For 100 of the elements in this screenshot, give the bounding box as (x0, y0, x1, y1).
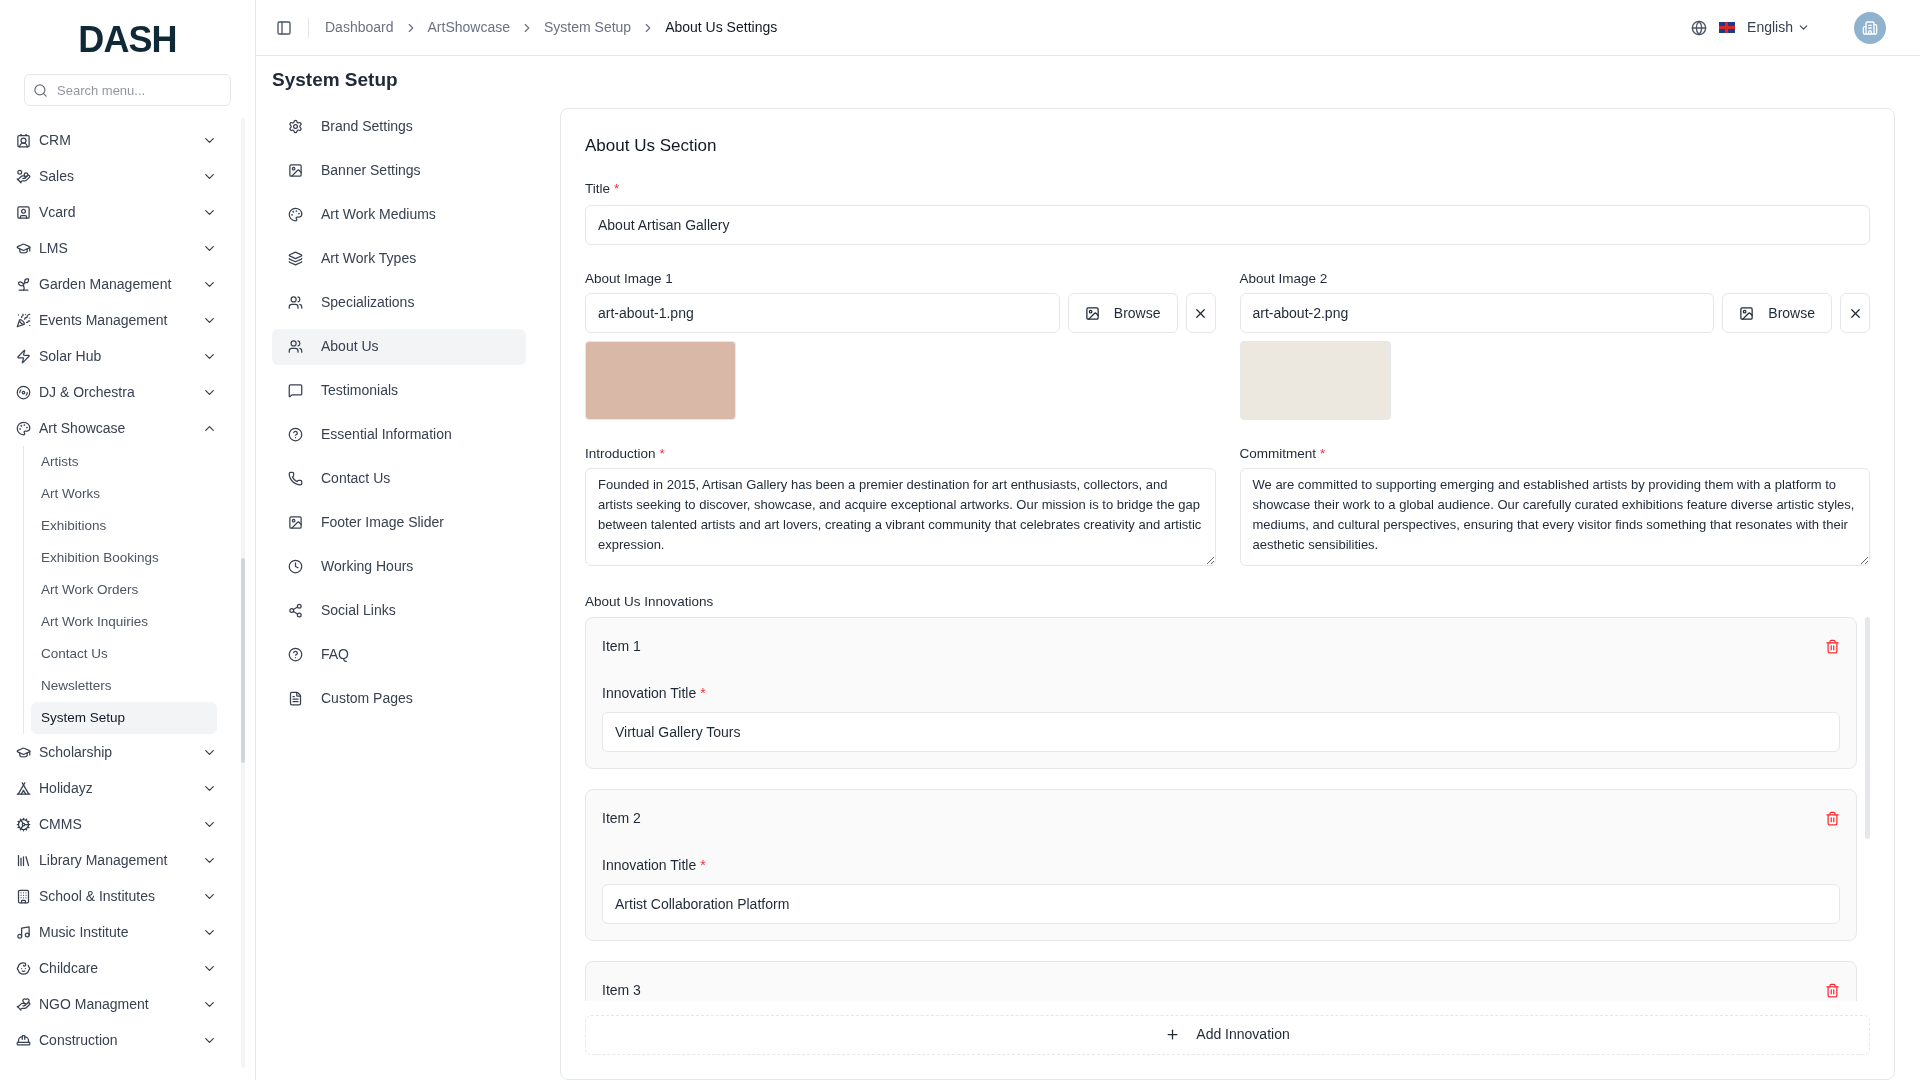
add-innovation-button[interactable]: Add Innovation (585, 1014, 1870, 1055)
sidebar-item[interactable]: Library Management (16, 842, 217, 878)
sidebar-toggle-icon[interactable] (276, 19, 292, 36)
setup-menu-item[interactable]: Footer Image Slider (272, 504, 526, 541)
image-icon (288, 515, 303, 530)
layers-icon (288, 251, 303, 266)
sidebar-item[interactable]: CMMS (16, 806, 217, 842)
submenu-item[interactable]: Exhibition Bookings (31, 542, 217, 574)
clear-button[interactable] (1840, 293, 1870, 333)
breadcrumb-link[interactable]: ArtShowcase (427, 17, 510, 38)
chat-bubble-icon (288, 383, 303, 398)
setup-menu-item[interactable]: Art Work Types (272, 240, 526, 277)
setup-menu-item[interactable]: FAQ (272, 636, 526, 673)
innovation-title-input[interactable]: Virtual Gallery Tours (602, 711, 1840, 752)
palette-icon (288, 207, 303, 222)
required-mark: * (1320, 446, 1326, 461)
breadcrumb-link[interactable]: System Setup (544, 17, 632, 38)
delete-icon[interactable] (1825, 638, 1840, 654)
delete-icon[interactable] (1825, 982, 1840, 998)
sidebar-item[interactable]: NGO Managment (16, 986, 217, 1022)
setup-menu-item[interactable]: Brand Settings (272, 108, 526, 145)
avatar[interactable] (1854, 11, 1886, 44)
sidebar-item[interactable]: Scholarship (16, 734, 217, 770)
sidebar-item[interactable]: LMS (16, 230, 217, 266)
image-icon (1739, 305, 1755, 321)
setup-menu-item[interactable]: Custom Pages (272, 680, 526, 717)
search-field[interactable]: Search menu... (24, 74, 231, 106)
cog-icon (16, 816, 31, 832)
submenu-item[interactable]: Contact Us (31, 638, 217, 670)
clock-icon (288, 559, 303, 574)
sidebar-item[interactable]: Art Showcase (16, 410, 217, 446)
tent-icon (16, 780, 31, 796)
submenu-item[interactable]: Art Work Inquiries (31, 606, 217, 638)
required-mark: * (700, 684, 706, 701)
setup-menu-item[interactable]: Social Links (272, 592, 526, 629)
hand-heart-icon (16, 996, 31, 1012)
breadcrumb-link[interactable]: About Us Settings (665, 17, 778, 38)
file-name-input[interactable]: art-about-1.png (585, 293, 1060, 333)
setup-menu-item[interactable]: Working Hours (272, 548, 526, 585)
field-label: About Image 1 (585, 269, 674, 288)
party-popper-icon (16, 312, 31, 328)
setup-menu-item[interactable]: Banner Settings (272, 152, 526, 189)
setup-menu-item[interactable]: Contact Us (272, 460, 526, 497)
setup-menu-item[interactable]: About Us (272, 328, 526, 365)
item-title: Item 1 (602, 636, 641, 656)
users-icon (288, 339, 303, 354)
palette-icon (16, 420, 31, 436)
setup-menu-item[interactable]: Art Work Mediums (272, 196, 526, 233)
submenu-item[interactable]: Newsletters (31, 670, 217, 702)
required-mark: * (659, 446, 665, 461)
sidebar-item[interactable]: Vcard (16, 194, 217, 230)
browse-button[interactable]: Browse (1722, 293, 1832, 333)
submenu-item[interactable]: Artists (31, 446, 217, 478)
field-label: About Image 2 (1239, 269, 1329, 288)
field-label: Title * (585, 179, 621, 198)
sidebar-item[interactable]: School & Institutes (16, 878, 217, 914)
file-name-input[interactable]: art-about-2.png (1239, 293, 1715, 333)
sidebar-item[interactable]: Music Institute (16, 914, 217, 950)
text-area[interactable]: We are committed to supporting emerging and established artists by providing them with a platform to showcase their work to a global audience. Our carefully curated exhibitions feature diverse artistic styles, mediums, and cultural perspectives, ensuring that every visitor finds something that resonates with their aesthetic sensibilities. (1239, 468, 1870, 567)
globe-icon (1691, 19, 1708, 36)
page-title: System Setup (272, 68, 399, 92)
sidebar-item[interactable]: Sales (16, 158, 217, 194)
image-icon (1084, 305, 1100, 321)
sidebar-item[interactable]: Events Management (16, 302, 217, 338)
books-icon (16, 852, 31, 868)
graduation-cap-icon (16, 744, 31, 760)
setup-menu-item[interactable]: Specializations (272, 284, 526, 321)
submenu-item[interactable]: Art Works (31, 478, 217, 510)
title-input[interactable]: About Artisan Gallery (585, 204, 1870, 245)
sidebar-item[interactable]: Solar Hub (16, 338, 217, 374)
submenu-item[interactable]: Art Work Orders (31, 574, 217, 606)
setup-menu-item[interactable]: Essential Information (272, 416, 526, 453)
text-area[interactable]: Founded in 2015, Artisan Gallery has been a premier destination for art enthusiasts, collectors, and artists seeking to discover, showcase, and acquire exceptional artworks. Our mission is to bridge the gap between talented artists and art lovers, creating a vibrant community that celebrates creativity and artistic expression. (585, 468, 1216, 567)
sidebar-item[interactable]: CRM (16, 122, 217, 158)
logo[interactable]: DASH (78, 22, 177, 58)
item-title: Item 3 (602, 980, 641, 1000)
innovation-title-input[interactable]: Artist Collaboration Platform (602, 883, 1840, 924)
clear-button[interactable] (1185, 293, 1216, 333)
item-title: Item 2 (602, 808, 641, 828)
submenu-item[interactable]: System Setup (31, 702, 217, 734)
field-label: About Us Innovations (585, 593, 715, 612)
id-badge-icon (16, 204, 31, 220)
required-mark: * (700, 856, 706, 873)
sidebar-item[interactable]: Childcare (16, 950, 217, 986)
sidebar-item[interactable]: Holidayz (16, 770, 217, 806)
submenu-item[interactable]: Exhibitions (31, 510, 217, 542)
setup-menu-item[interactable]: Testimonials (272, 372, 526, 409)
sidebar-item[interactable]: Garden Management (16, 266, 217, 302)
field-label: Innovation Title * (602, 855, 707, 875)
help-circle-icon (288, 647, 303, 662)
building-icon (16, 888, 31, 904)
search-icon (33, 83, 48, 98)
sidebar-item[interactable]: Construction (16, 1022, 217, 1058)
lightning-icon (16, 348, 31, 364)
delete-icon[interactable] (1825, 810, 1840, 826)
language-dropdown[interactable]: English (1747, 17, 1810, 38)
field-label: Innovation Title * (602, 683, 707, 703)
sidebar-item[interactable]: DJ & Orchestra (16, 374, 217, 410)
breadcrumb-link[interactable]: Dashboard (325, 17, 394, 38)
browse-button[interactable]: Browse (1067, 293, 1178, 333)
